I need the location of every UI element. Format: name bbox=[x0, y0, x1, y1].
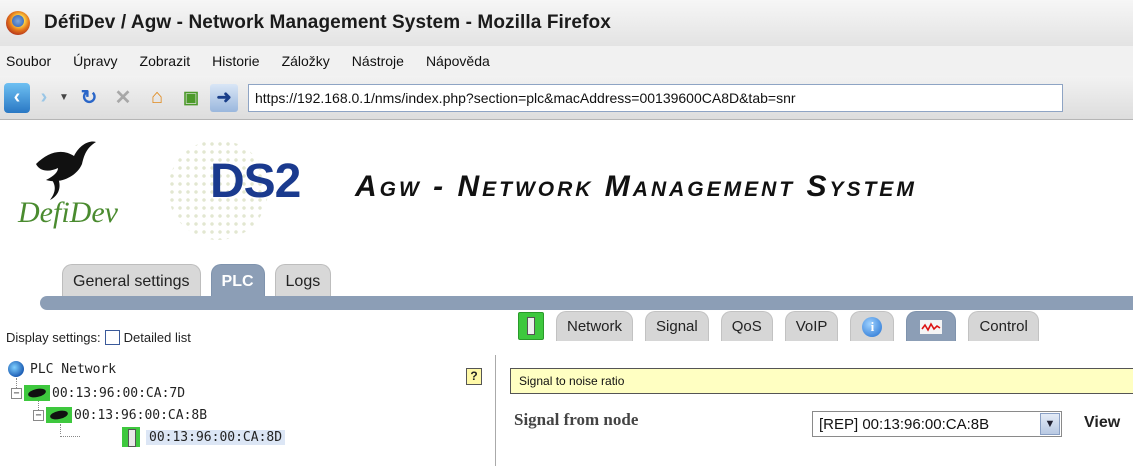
tree-node-label: 00:13:96:00:CA:8B bbox=[74, 407, 208, 423]
page-title: Agw - Network Management System bbox=[355, 170, 917, 203]
tree-root[interactable]: PLC Network bbox=[8, 358, 116, 380]
display-settings-label: Display settings: bbox=[6, 330, 101, 345]
main-tabs: General settings PLC Logs bbox=[62, 264, 341, 298]
menu-historie[interactable]: Historie bbox=[212, 53, 259, 69]
tab-underline bbox=[40, 296, 1133, 310]
menu-nastroje[interactable]: Nástroje bbox=[352, 53, 404, 69]
forward-button[interactable]: › bbox=[34, 83, 54, 113]
back-button[interactable]: ‹ bbox=[4, 82, 30, 113]
chevron-down-icon[interactable]: ▼ bbox=[1040, 413, 1060, 435]
help-icon[interactable]: ? bbox=[466, 368, 482, 385]
tab-network[interactable]: Network bbox=[556, 311, 634, 341]
tree-node-8b[interactable]: − 00:13:96:00:CA:8B bbox=[33, 404, 207, 426]
logo: DefiDev DS2 bbox=[18, 134, 308, 244]
collapse-icon[interactable]: − bbox=[33, 409, 44, 421]
tree-node-7d[interactable]: − 00:13:96:00:CA:7D bbox=[11, 382, 185, 404]
window-title: DéfiDev / Agw - Network Management Syste… bbox=[44, 12, 611, 33]
tab-info[interactable]: i bbox=[850, 311, 895, 341]
panel-divider bbox=[495, 355, 496, 466]
tree-node-label: 00:13:96:00:CA:7D bbox=[52, 385, 186, 401]
device-icon bbox=[527, 317, 535, 335]
go-arrow-icon[interactable]: ➜ bbox=[210, 83, 238, 112]
tab-voip[interactable]: VoIP bbox=[784, 311, 839, 341]
url-text: https://192.168.0.1/nms/index.php?sectio… bbox=[255, 89, 796, 106]
plc-node-icon bbox=[46, 407, 72, 423]
navigation-toolbar: ‹ › ▼ ↻ ✕ ⌂ ▣ ➜ https://192.168.0.1/nms/… bbox=[0, 76, 1133, 120]
menu-napoveda[interactable]: Nápověda bbox=[426, 53, 490, 69]
collapse-icon[interactable]: − bbox=[11, 387, 22, 399]
history-dropdown-icon[interactable]: ▼ bbox=[58, 83, 70, 113]
address-bar[interactable]: https://192.168.0.1/nms/index.php?sectio… bbox=[248, 83, 1063, 112]
display-settings: Display settings: Detailed list bbox=[6, 330, 191, 345]
bird-logo-icon bbox=[36, 141, 96, 200]
section-banner: Signal to noise ratio bbox=[510, 368, 1133, 394]
tree-node-8d[interactable]: 00:13:96:00:CA:8D bbox=[122, 426, 286, 448]
brand-name: DefiDev bbox=[18, 196, 118, 229]
detailed-list-label[interactable]: Detailed list bbox=[124, 330, 191, 345]
bookmark-icon[interactable]: ▣ bbox=[176, 83, 206, 113]
tab-control[interactable]: Control bbox=[968, 311, 1039, 341]
tree-node-label-selected: 00:13:96:00:CA:8D bbox=[146, 429, 286, 445]
tab-snr[interactable] bbox=[906, 311, 957, 341]
snr-wave-icon bbox=[920, 319, 943, 334]
tab-plc[interactable]: PLC bbox=[210, 264, 265, 298]
product-name: DS2 bbox=[210, 155, 301, 208]
signal-from-label: Signal from node bbox=[514, 410, 639, 429]
firefox-icon bbox=[6, 11, 30, 35]
menu-bar: Soubor Úpravy Zobrazit Historie Záložky … bbox=[0, 46, 1133, 76]
tab-signal[interactable]: Signal bbox=[645, 311, 709, 341]
menu-zobrazit[interactable]: Zobrazit bbox=[140, 53, 191, 69]
window-titlebar: DéfiDev / Agw - Network Management Syste… bbox=[0, 0, 1133, 46]
detailed-list-checkbox[interactable] bbox=[104, 330, 120, 345]
node-select[interactable]: [REP] 00:13:96:00:CA:8B ▼ bbox=[812, 411, 1062, 437]
stop-icon[interactable]: ✕ bbox=[108, 83, 138, 113]
plc-node-icon bbox=[24, 385, 50, 401]
home-icon[interactable]: ⌂ bbox=[142, 83, 172, 113]
node-select-value: [REP] 00:13:96:00:CA:8B bbox=[819, 415, 990, 433]
view-button[interactable]: View bbox=[1084, 414, 1120, 432]
info-icon: i bbox=[862, 316, 883, 337]
menu-upravy[interactable]: Úpravy bbox=[73, 53, 117, 69]
tab-logs[interactable]: Logs bbox=[274, 264, 332, 298]
device-subtabs: Network Signal QoS VoIP i Control bbox=[518, 310, 1051, 342]
device-tab[interactable] bbox=[518, 312, 544, 340]
tab-general-settings[interactable]: General settings bbox=[62, 264, 201, 298]
tab-qos[interactable]: QoS bbox=[720, 311, 773, 341]
plc-device-icon bbox=[122, 427, 140, 447]
menu-soubor[interactable]: Soubor bbox=[6, 53, 51, 69]
globe-icon bbox=[8, 361, 24, 377]
banner-text: Signal to noise ratio bbox=[519, 374, 625, 388]
reload-icon[interactable]: ↻ bbox=[74, 83, 104, 113]
tree-root-label: PLC Network bbox=[30, 361, 117, 377]
menu-zalozky[interactable]: Záložky bbox=[282, 53, 330, 69]
